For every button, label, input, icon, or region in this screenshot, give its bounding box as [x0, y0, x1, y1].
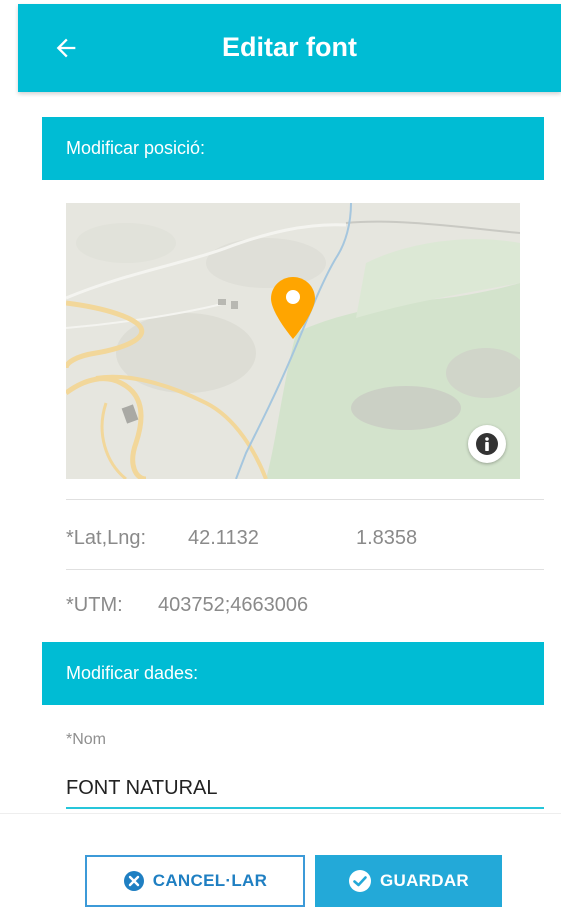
longitude-value: 1.8358	[356, 527, 418, 549]
info-icon	[476, 433, 498, 455]
map-info-button[interactable]	[468, 425, 506, 463]
save-button-label: GUARDAR	[380, 871, 469, 890]
map-terrain	[66, 203, 520, 479]
cancel-button-label: CANCEL·LAR	[152, 871, 268, 890]
check-circle-icon	[349, 870, 371, 892]
map-marker-icon[interactable]	[271, 277, 315, 339]
divider	[66, 569, 544, 570]
position-section-header: Modificar posició:	[42, 117, 544, 180]
name-field-label: *Nom	[66, 731, 107, 748]
position-section-title: Modificar posició:	[66, 138, 206, 158]
app-bar: Editar font	[18, 4, 561, 92]
latlng-label: *Lat,Lng:	[66, 527, 147, 549]
utm-value: 403752;4663006	[158, 594, 309, 616]
cancel-button[interactable]: CANCEL·LAR	[85, 855, 305, 907]
divider	[66, 499, 544, 500]
page-title: Editar font	[222, 32, 357, 62]
name-input-underline	[66, 807, 544, 809]
name-input[interactable]	[66, 768, 544, 808]
save-button[interactable]: GUARDAR	[315, 855, 502, 907]
data-section-title: Modificar dades:	[66, 663, 199, 683]
map-view[interactable]	[66, 203, 520, 479]
data-section-header: Modificar dades:	[42, 642, 544, 705]
x-circle-icon	[123, 871, 144, 891]
latitude-value: 42.1132	[188, 527, 259, 549]
utm-label: *UTM:	[66, 594, 123, 616]
